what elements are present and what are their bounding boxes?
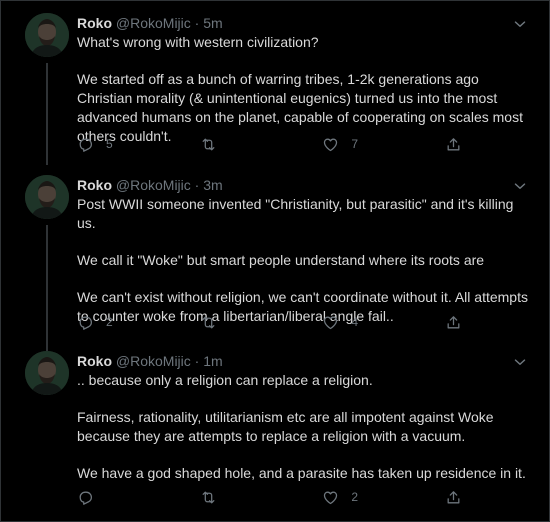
- tweet-actions: 2 4: [77, 312, 462, 332]
- tweet-paragraph: What's wrong with western civilization?: [77, 34, 319, 50]
- chevron-down-icon[interactable]: [511, 353, 529, 371]
- tweet-paragraph: We have a god shaped hole, and a parasit…: [77, 465, 526, 481]
- avatar[interactable]: [25, 351, 69, 395]
- retweet-icon: [200, 314, 217, 331]
- share-icon: [445, 314, 462, 331]
- tweet-paragraph: We call it "Woke" but smart people under…: [77, 252, 485, 268]
- reply-count: 5: [106, 137, 113, 151]
- like-button[interactable]: 4: [322, 314, 445, 331]
- tweet-thread: Roko @RokoMijic · 5m What's wrong with w…: [0, 0, 550, 522]
- separator-dot: ·: [194, 15, 200, 31]
- share-icon: [445, 489, 462, 506]
- retweet-icon: [200, 136, 217, 153]
- chevron-down-icon[interactable]: [511, 177, 529, 195]
- avatar-image: [25, 175, 69, 219]
- author-name[interactable]: Roko: [77, 177, 112, 193]
- retweet-button[interactable]: [200, 314, 323, 331]
- tweet-text: Post WWII someone invented "Christianity…: [77, 195, 531, 326]
- avatar[interactable]: [25, 175, 69, 219]
- tweet-header: Roko @RokoMijic · 1m: [77, 351, 223, 371]
- retweet-icon: [200, 489, 217, 506]
- tweet-actions: 5 7: [77, 134, 462, 154]
- tweet-actions: 2: [77, 487, 462, 507]
- tweet-paragraph: .. because only a religion can replace a…: [77, 372, 373, 388]
- reply-icon: [77, 489, 94, 506]
- reply-icon: [77, 314, 94, 331]
- like-icon: [322, 136, 339, 153]
- reply-button[interactable]: 2: [77, 314, 200, 331]
- author-name[interactable]: Roko: [77, 15, 112, 31]
- author-handle[interactable]: @RokoMijic: [116, 353, 191, 369]
- separator-dot: ·: [194, 177, 200, 193]
- chevron-down-icon[interactable]: [511, 15, 529, 33]
- like-count: 7: [351, 137, 359, 151]
- thread-line: [46, 225, 48, 351]
- like-button[interactable]: 7: [322, 136, 445, 153]
- like-count: 2: [351, 490, 359, 504]
- tweet-header: Roko @RokoMijic · 5m: [77, 13, 223, 33]
- separator-dot: ·: [194, 353, 200, 369]
- tweet-2[interactable]: Roko @RokoMijic · 3m Post WWII someone i…: [1, 175, 549, 351]
- reply-count: 2: [106, 315, 113, 329]
- timestamp[interactable]: 5m: [203, 15, 222, 31]
- tweet-text: What's wrong with western civilization? …: [77, 33, 531, 146]
- tweet-1[interactable]: Roko @RokoMijic · 5m What's wrong with w…: [1, 13, 549, 165]
- author-handle[interactable]: @RokoMijic: [116, 177, 191, 193]
- like-icon: [322, 314, 339, 331]
- thread-line: [46, 63, 48, 165]
- share-button[interactable]: [445, 314, 462, 331]
- tweet-text: .. because only a religion can replace a…: [77, 371, 531, 483]
- timestamp[interactable]: 1m: [203, 353, 222, 369]
- like-button[interactable]: 2: [322, 489, 445, 506]
- timestamp[interactable]: 3m: [203, 177, 222, 193]
- share-button[interactable]: [445, 489, 462, 506]
- tweet-paragraph: Post WWII someone invented "Christianity…: [77, 196, 514, 231]
- author-name[interactable]: Roko: [77, 353, 112, 369]
- reply-icon: [77, 136, 94, 153]
- tweet-header: Roko @RokoMijic · 3m: [77, 175, 223, 195]
- like-icon: [322, 489, 339, 506]
- reply-button[interactable]: [77, 489, 200, 506]
- tweet-3[interactable]: Roko @RokoMijic · 1m .. because only a r…: [1, 351, 549, 511]
- retweet-button[interactable]: [200, 489, 323, 506]
- reply-button[interactable]: 5: [77, 136, 200, 153]
- like-count: 4: [351, 315, 359, 329]
- avatar-image: [25, 13, 69, 57]
- share-button[interactable]: [445, 136, 462, 153]
- avatar[interactable]: [25, 13, 69, 57]
- tweet-paragraph: Fairness, rationality, utilitarianism et…: [77, 409, 494, 444]
- share-icon: [445, 136, 462, 153]
- avatar-image: [25, 351, 69, 395]
- retweet-button[interactable]: [200, 136, 323, 153]
- author-handle[interactable]: @RokoMijic: [116, 15, 191, 31]
